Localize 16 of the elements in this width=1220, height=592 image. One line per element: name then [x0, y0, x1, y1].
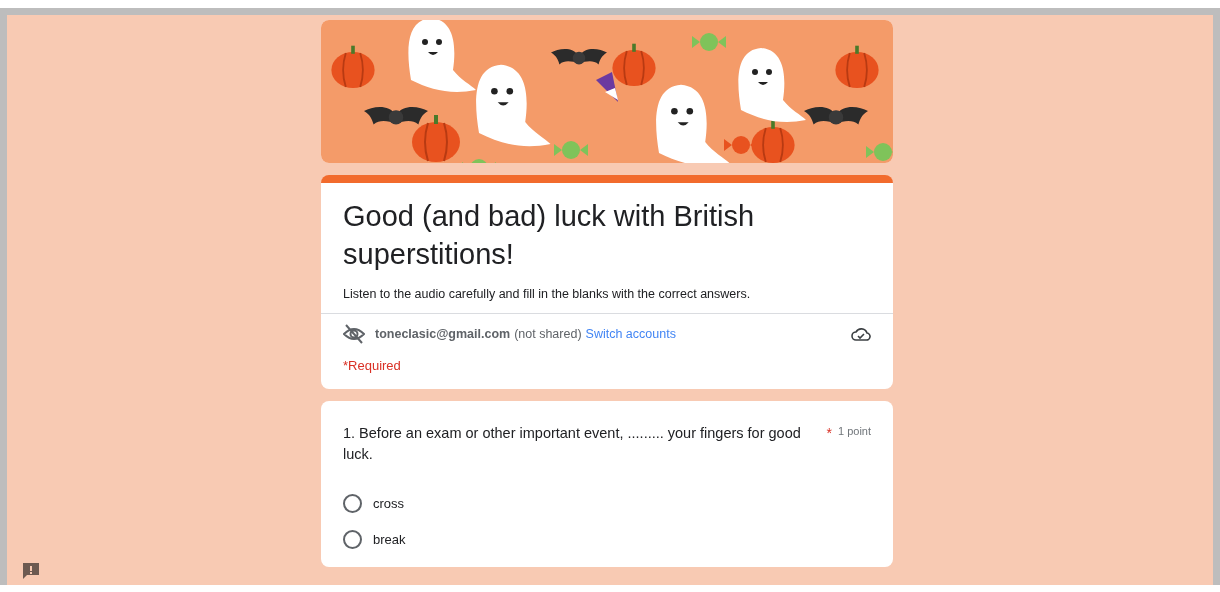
- required-asterisk: *: [826, 425, 832, 443]
- radio-button[interactable]: [343, 529, 362, 549]
- form-description: Listen to the audio carefully and fill in the blanks with the correct answers.: [343, 287, 752, 301]
- switch-accounts-link[interactable]: Switch accounts: [585, 327, 676, 341]
- option-label[interactable]: cross: [373, 495, 405, 511]
- option-label[interactable]: break: [373, 531, 406, 547]
- feedback-icon[interactable]: [21, 561, 41, 581]
- not-shared-note: (not shared): [514, 327, 582, 341]
- eye-off-icon: [343, 324, 365, 344]
- question-text: 1. Before an exam or other important event, ......... your fingers for good luck.: [343, 424, 802, 464]
- form-title: Good (and bad) luck with British superstitions!: [343, 199, 756, 272]
- points-label: 1 point: [837, 425, 871, 439]
- radio-button[interactable]: [343, 493, 362, 513]
- required-note: *Required: [343, 358, 402, 373]
- account-email: toneclasic@gmail.com: [375, 327, 511, 341]
- cloud-check-icon: [851, 327, 871, 341]
